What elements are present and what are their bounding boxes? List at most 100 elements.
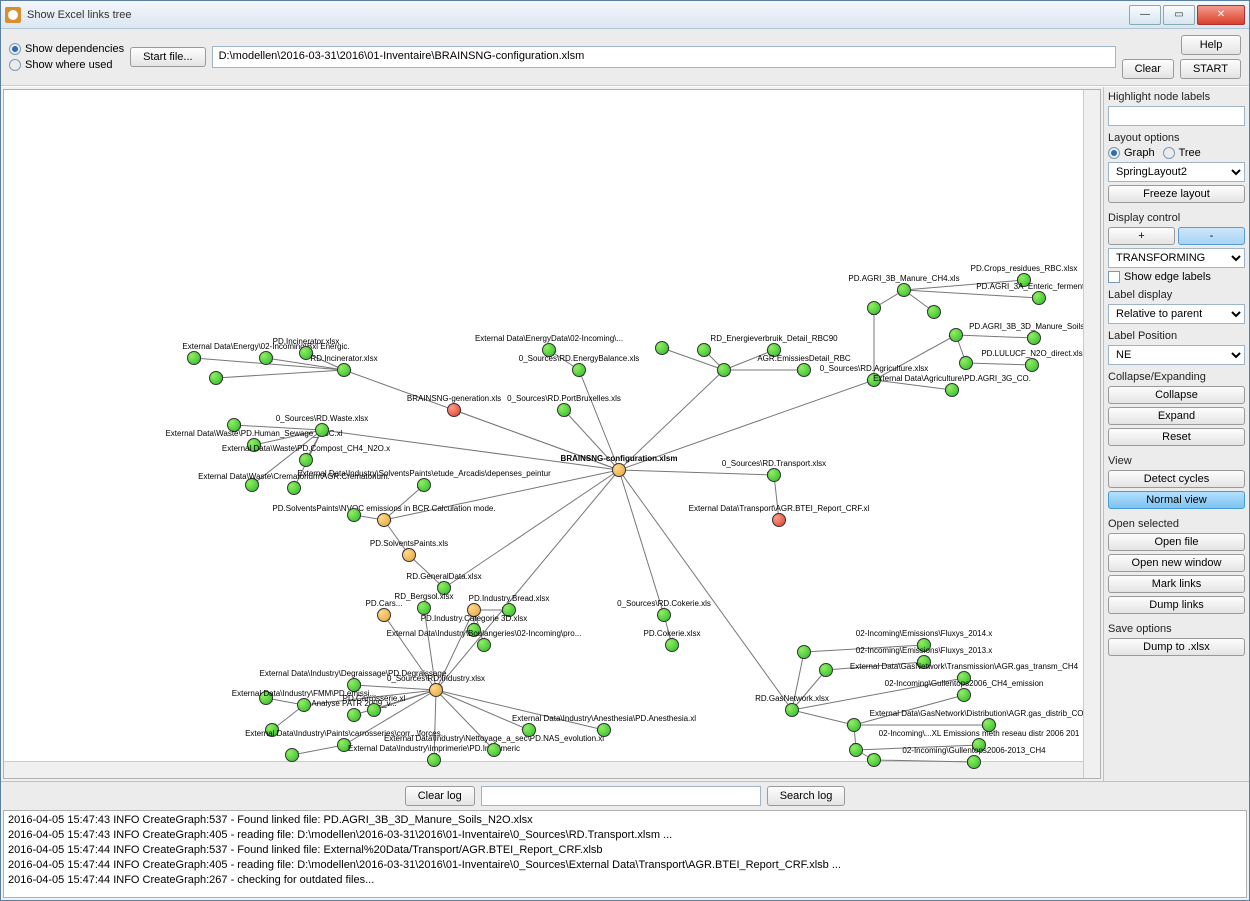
graph-node[interactable] — [982, 718, 996, 732]
graph-node[interactable] — [1017, 273, 1031, 287]
start-file-button[interactable]: Start file... — [130, 47, 206, 67]
graph-node[interactable] — [337, 363, 351, 377]
label-position-select[interactable]: NE — [1108, 345, 1245, 365]
open-file-button[interactable]: Open file — [1108, 533, 1245, 551]
graph-node[interactable] — [967, 755, 981, 769]
graph-node[interactable] — [247, 438, 261, 452]
graph-node[interactable] — [265, 723, 279, 737]
start-button[interactable]: START — [1180, 59, 1241, 79]
minimize-button[interactable]: — — [1129, 5, 1161, 25]
normal-view-button[interactable]: Normal view — [1108, 491, 1245, 509]
graph-node[interactable] — [287, 481, 301, 495]
graph-node[interactable] — [245, 478, 259, 492]
close-button[interactable]: ✕ — [1197, 5, 1245, 25]
graph-node[interactable] — [772, 513, 786, 527]
graph-node[interactable] — [467, 623, 481, 637]
dump-links-button[interactable]: Dump links — [1108, 596, 1245, 614]
graph-node[interactable] — [957, 671, 971, 685]
graph-node[interactable] — [502, 603, 516, 617]
graph-node[interactable] — [522, 723, 536, 737]
graph-node[interactable] — [665, 638, 679, 652]
graph-node[interactable] — [655, 341, 669, 355]
mark-links-button[interactable]: Mark links — [1108, 575, 1245, 593]
zoom-out-button[interactable]: - — [1178, 227, 1245, 245]
graph-node[interactable] — [187, 351, 201, 365]
radio-show-where-used[interactable]: Show where used — [9, 59, 124, 71]
help-button[interactable]: Help — [1181, 35, 1241, 55]
highlight-input[interactable] — [1108, 106, 1245, 126]
graph-node[interactable] — [377, 608, 391, 622]
graph-node[interactable] — [299, 346, 313, 360]
graph-node[interactable] — [847, 718, 861, 732]
dump-xlsx-button[interactable]: Dump to .xlsx — [1108, 638, 1245, 656]
graph-node[interactable] — [417, 601, 431, 615]
radio-show-dependencies[interactable]: Show dependencies — [9, 43, 124, 55]
graph-node[interactable] — [767, 468, 781, 482]
graph-node[interactable] — [347, 708, 361, 722]
graph-node[interactable] — [297, 698, 311, 712]
graph-node[interactable] — [767, 343, 781, 357]
graph-node[interactable] — [917, 655, 931, 669]
graph-node[interactable] — [697, 343, 711, 357]
graph-node[interactable] — [957, 688, 971, 702]
graph-node[interactable] — [797, 645, 811, 659]
graph-node[interactable] — [315, 423, 329, 437]
file-path-field[interactable]: D:\modellen\2016-03-31\2016\01-Inventair… — [212, 46, 1116, 68]
graph-node[interactable] — [597, 723, 611, 737]
graph-node[interactable] — [227, 418, 241, 432]
graph-node[interactable] — [417, 478, 431, 492]
log-search-input[interactable] — [481, 786, 761, 806]
graph-node[interactable] — [897, 283, 911, 297]
graph-node[interactable] — [347, 678, 361, 692]
graph-node[interactable] — [797, 363, 811, 377]
graph-node[interactable] — [367, 703, 381, 717]
graph-node[interactable] — [299, 453, 313, 467]
graph-node[interactable] — [917, 638, 931, 652]
titlebar[interactable]: Show Excel links tree — ▭ ✕ — [1, 1, 1249, 29]
graph-node[interactable] — [557, 403, 571, 417]
freeze-layout-button[interactable]: Freeze layout — [1108, 185, 1245, 203]
graph-node[interactable] — [467, 603, 481, 617]
graph-node[interactable] — [867, 301, 881, 315]
layout-tree-radio[interactable]: Tree — [1163, 147, 1201, 159]
graph-node[interactable] — [477, 638, 491, 652]
graph-node[interactable] — [1027, 331, 1041, 345]
graph-node[interactable] — [849, 743, 863, 757]
graph-node[interactable] — [657, 608, 671, 622]
graph-node[interactable] — [717, 363, 731, 377]
graph-node[interactable] — [959, 356, 973, 370]
search-log-button[interactable]: Search log — [767, 786, 846, 806]
graph-node[interactable] — [259, 351, 273, 365]
graph-node[interactable] — [487, 743, 501, 757]
graph-node[interactable] — [429, 683, 443, 697]
layout-algo-select[interactable]: SpringLayout2 — [1108, 162, 1245, 182]
log-output[interactable]: 2016-04-05 15:47:43 INFO CreateGraph:537… — [3, 810, 1247, 898]
expand-button[interactable]: Expand — [1108, 407, 1245, 425]
graph-node[interactable] — [972, 738, 986, 752]
graph-node[interactable] — [427, 753, 441, 767]
graph-node[interactable] — [785, 703, 799, 717]
graph-node[interactable] — [1025, 358, 1039, 372]
collapse-button[interactable]: Collapse — [1108, 386, 1245, 404]
graph-node[interactable] — [377, 513, 391, 527]
graph-node[interactable] — [572, 363, 586, 377]
graph-node[interactable] — [949, 328, 963, 342]
graph-node[interactable] — [285, 748, 299, 762]
label-display-select[interactable]: Relative to parent — [1108, 304, 1245, 324]
graph-node[interactable] — [819, 663, 833, 677]
graph-node[interactable] — [867, 753, 881, 767]
layout-graph-radio[interactable]: Graph — [1108, 147, 1155, 159]
zoom-in-button[interactable]: + — [1108, 227, 1175, 245]
transform-mode-select[interactable]: TRANSFORMING — [1108, 248, 1245, 268]
graph-node[interactable] — [437, 581, 451, 595]
clear-log-button[interactable]: Clear log — [405, 786, 475, 806]
graph-node[interactable] — [542, 343, 556, 357]
graph-canvas[interactable]: BRAINSNG-configuration.xlsmExternal Data… — [3, 89, 1101, 779]
detect-cycles-button[interactable]: Detect cycles — [1108, 470, 1245, 488]
graph-node[interactable] — [337, 738, 351, 752]
graph-node[interactable] — [447, 403, 461, 417]
show-edge-labels-check[interactable]: Show edge labels — [1108, 271, 1245, 283]
graph-node[interactable] — [1032, 291, 1046, 305]
graph-node[interactable] — [209, 371, 223, 385]
graph-node[interactable] — [927, 305, 941, 319]
